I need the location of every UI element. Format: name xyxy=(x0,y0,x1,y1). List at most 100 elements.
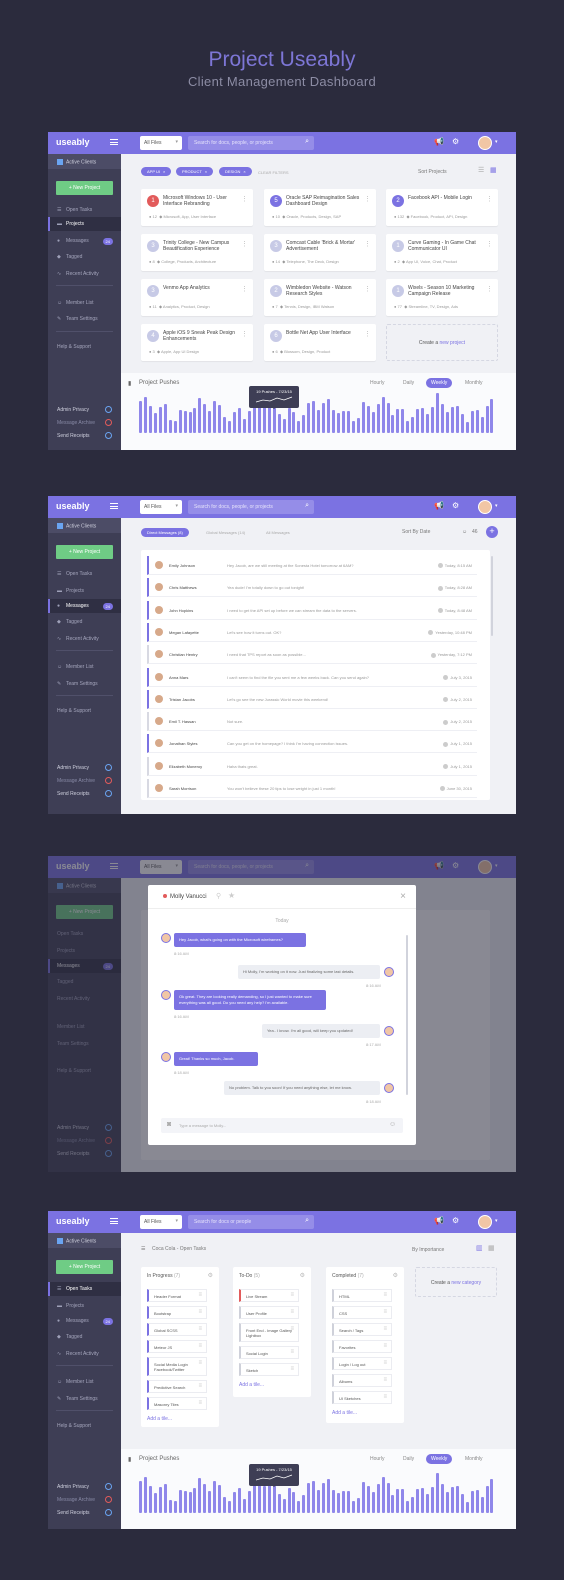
push-bar[interactable] xyxy=(391,414,395,433)
new-project-button[interactable]: + New Project xyxy=(56,1260,113,1274)
send-receipts-toggle[interactable]: Send Receipts xyxy=(48,1509,121,1516)
push-bar[interactable] xyxy=(312,1480,316,1513)
push-bar[interactable] xyxy=(460,1494,464,1513)
push-bar[interactable] xyxy=(322,1483,326,1513)
push-bar[interactable] xyxy=(208,1490,212,1513)
push-bar[interactable] xyxy=(440,1484,444,1513)
push-bar[interactable] xyxy=(470,1491,474,1513)
create-project-card[interactable]: Create a new project xyxy=(386,324,498,361)
drag-handle-icon[interactable]: ≡ xyxy=(198,1383,202,1389)
tab-global-messages[interactable]: Global Messages (14) xyxy=(200,528,251,537)
chevron-down-icon[interactable]: ▾ xyxy=(495,1218,498,1224)
drag-handle-icon[interactable]: ≡ xyxy=(383,1360,387,1366)
add-tile-link[interactable]: Add a tile... xyxy=(147,1416,172,1422)
message-row[interactable]: Chris Matthews Yea dude! I'm totally down… xyxy=(147,578,477,598)
push-bar[interactable] xyxy=(228,420,232,433)
message-row[interactable]: Jonathan Styles Can you get on the homepa… xyxy=(147,734,477,754)
project-card[interactable]: 1 Wixels - Season 10 Marketing Campaign R… xyxy=(386,279,498,316)
push-bar[interactable] xyxy=(490,398,494,433)
push-bar[interactable] xyxy=(153,1492,157,1513)
push-bar[interactable] xyxy=(282,1499,286,1513)
send-receipts-toggle[interactable]: Send Receipts xyxy=(48,790,121,797)
push-bar[interactable] xyxy=(327,1478,331,1513)
admin-privacy-toggle[interactable]: Admin Privacy xyxy=(48,406,121,413)
chevron-down-icon[interactable]: ▾ xyxy=(495,139,498,145)
push-bar[interactable] xyxy=(337,413,340,433)
sidebar-item-tagged[interactable]: ◆ Tagged xyxy=(48,1330,121,1344)
task-tile[interactable]: CSS ≡ xyxy=(332,1306,392,1319)
push-bar[interactable] xyxy=(356,1498,360,1513)
push-bar[interactable] xyxy=(307,1482,311,1513)
drag-handle-icon[interactable]: ≡ xyxy=(198,1326,202,1332)
project-card[interactable]: 2 Wimbledon Website - Watson Research Sty… xyxy=(264,279,376,316)
message-row[interactable]: Sarah Morrison You won't believe these 20… xyxy=(147,779,477,798)
range-weekly[interactable]: Weekly xyxy=(426,378,453,388)
project-card[interactable]: 4 Apple iOS 9 Sneak Peak Design Enhanceme… xyxy=(141,324,253,361)
push-bar[interactable] xyxy=(188,1492,192,1513)
message-archive-toggle[interactable]: Message Archive xyxy=(48,777,121,784)
task-tile[interactable]: Social Media Login Facebook/Twitter ≡ xyxy=(147,1357,207,1376)
drag-handle-icon[interactable]: ≡ xyxy=(290,1292,294,1298)
message-row[interactable]: Elizabeth Moneroy Haha thats great. July 1… xyxy=(147,756,477,776)
grid-view-icon[interactable]: ▦ xyxy=(490,166,497,174)
more-icon[interactable]: ⋮ xyxy=(486,285,493,293)
more-icon[interactable]: ⋮ xyxy=(364,330,371,338)
admin-privacy-toggle[interactable]: Admin Privacy xyxy=(48,764,121,771)
gear-icon[interactable]: ⚙ xyxy=(452,1216,459,1225)
push-bar[interactable] xyxy=(247,1491,251,1513)
push-bar[interactable] xyxy=(307,402,311,433)
task-tile[interactable]: Social Login ≡ xyxy=(239,1346,299,1359)
push-bar[interactable] xyxy=(332,410,336,433)
compose-button[interactable]: + xyxy=(486,526,498,538)
task-tile[interactable]: Albums ≡ xyxy=(332,1374,392,1387)
push-bar[interactable] xyxy=(465,1501,469,1513)
megaphone-icon[interactable]: 📢 xyxy=(434,1216,444,1225)
task-tile[interactable]: Header Format ≡ xyxy=(147,1289,207,1302)
push-bar[interactable] xyxy=(178,1490,182,1513)
push-bar[interactable] xyxy=(396,409,400,433)
push-bar[interactable] xyxy=(480,1496,484,1513)
task-tile[interactable]: Login / Log out ≡ xyxy=(332,1357,392,1370)
sidebar-item-help[interactable]: Help & Support xyxy=(48,704,121,718)
push-bar[interactable] xyxy=(158,1486,162,1513)
push-bar[interactable] xyxy=(475,1490,479,1513)
push-bar[interactable] xyxy=(178,410,182,433)
push-bar[interactable] xyxy=(381,1477,385,1513)
drag-handle-icon[interactable]: ≡ xyxy=(290,1366,294,1372)
column-settings-icon[interactable]: ⚙ xyxy=(208,1272,213,1279)
new-project-button[interactable]: + New Project xyxy=(56,181,113,195)
project-card[interactable]: 1 Microsoft Windows 10 - User Interface R… xyxy=(141,189,253,226)
push-bar[interactable] xyxy=(366,1486,370,1513)
push-bar[interactable] xyxy=(450,1487,454,1513)
push-bar[interactable] xyxy=(153,412,157,433)
more-icon[interactable]: ⋮ xyxy=(364,195,371,203)
drag-handle-icon[interactable]: ≡ xyxy=(198,1292,202,1298)
push-bar[interactable] xyxy=(341,410,345,433)
push-bar[interactable] xyxy=(247,411,251,433)
push-bar[interactable] xyxy=(436,1473,439,1513)
project-card[interactable]: 5 Oracle SAP Reimagination Sales Dashboar… xyxy=(264,189,376,226)
push-bar[interactable] xyxy=(485,405,489,433)
push-bar[interactable] xyxy=(173,420,177,433)
message-row[interactable]: Anna Mars I can't seem to find the file y… xyxy=(147,667,477,687)
search-input[interactable]: Search for docs, people, or projects⌕ xyxy=(188,136,314,150)
push-bar[interactable] xyxy=(198,397,202,433)
scrollbar[interactable] xyxy=(491,556,493,636)
message-row[interactable]: Christian Hentry I need that TPS report a… xyxy=(147,645,477,665)
push-bar[interactable] xyxy=(401,1489,405,1513)
push-bar[interactable] xyxy=(337,1493,340,1513)
push-bar[interactable] xyxy=(346,1491,350,1513)
push-bar[interactable] xyxy=(386,1482,390,1513)
push-bar[interactable] xyxy=(297,1500,301,1513)
push-bar[interactable] xyxy=(455,1486,459,1513)
task-tile[interactable]: Bootstrap ≡ xyxy=(147,1306,207,1319)
push-bar[interactable] xyxy=(203,1484,207,1513)
push-bar[interactable] xyxy=(143,1477,147,1513)
drag-handle-icon[interactable]: ≡ xyxy=(198,1309,202,1315)
file-select[interactable]: All Files▾ xyxy=(140,500,182,514)
push-bar[interactable] xyxy=(416,409,420,433)
push-bar[interactable] xyxy=(158,406,162,433)
push-bar[interactable] xyxy=(455,406,459,433)
drag-handle-icon[interactable]: ≡ xyxy=(290,1309,294,1315)
push-bar[interactable] xyxy=(302,1495,306,1513)
